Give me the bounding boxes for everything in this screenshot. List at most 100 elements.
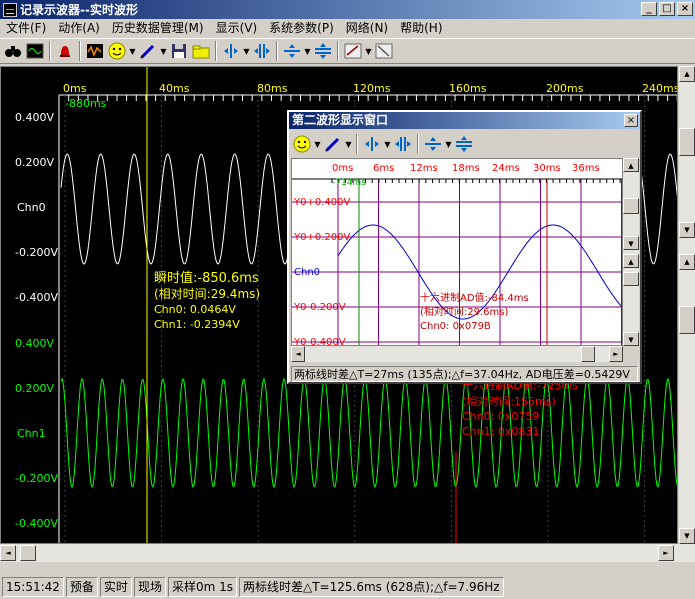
- sub-toolbar: ▼ ▼ ▼ ▼: [291, 132, 475, 156]
- sub-scroll-thumb-2[interactable]: [623, 272, 639, 286]
- menu-view[interactable]: 显示(V): [210, 19, 264, 38]
- move-v-icon[interactable]: [312, 40, 334, 62]
- scroll-down-button[interactable]: ▼: [679, 222, 695, 238]
- second-waveform-window[interactable]: 第二波形显示窗口 × ▼ ▼ ▼ ▼ 0ms 6ms 12ms 18ms 24m…: [287, 110, 642, 384]
- move-v-icon[interactable]: [453, 133, 475, 155]
- status-onsite: 现场: [133, 576, 166, 597]
- sub-x-tick-label: 6ms: [373, 163, 394, 174]
- sub-scroll-up-button[interactable]: ▲: [623, 158, 639, 172]
- scroll-thumb-2[interactable]: [679, 306, 695, 334]
- scroll-down-button-2[interactable]: ▼: [679, 528, 695, 544]
- sub-cursor-chn0: Chn0: 0x079B: [420, 321, 491, 332]
- sub-scroll-down-button[interactable]: ▼: [623, 236, 639, 250]
- bell-icon[interactable]: [54, 40, 76, 62]
- pen-icon[interactable]: [137, 40, 159, 62]
- x-tick-label: 0ms: [63, 82, 87, 95]
- sub-x-tick-label: 12ms: [410, 163, 438, 174]
- folder-icon[interactable]: [190, 40, 212, 62]
- sub-scroll-up-button-2[interactable]: ▲: [623, 254, 639, 268]
- sub-y-tick-label: Y0-0.400V: [293, 337, 346, 346]
- cursor2-relative: (相对时间:155ms): [462, 394, 556, 408]
- sub-scroll-thumb[interactable]: [623, 198, 639, 214]
- scroll-right-button[interactable]: ►: [658, 545, 674, 561]
- sub-vertical-scrollbar[interactable]: ▲ ▼ ▲ ▼: [623, 158, 639, 346]
- move-h-icon[interactable]: [251, 40, 273, 62]
- pen-dropdown-icon[interactable]: ▼: [159, 47, 168, 56]
- scroll-left-button[interactable]: ◄: [0, 545, 16, 561]
- status-sampling: 采样0m 1s: [167, 576, 237, 597]
- scroll-thumb[interactable]: [679, 128, 695, 156]
- cursor-v-dropdown-icon[interactable]: ▼: [242, 47, 251, 56]
- scope-icon[interactable]: [24, 40, 46, 62]
- save-icon[interactable]: [168, 40, 190, 62]
- toolbar: ▼ ▼ ▼ ▼ ▼: [0, 38, 695, 64]
- status-time: 15:51:42: [2, 576, 64, 597]
- smiley-icon[interactable]: [291, 133, 313, 155]
- scroll-up-button-2[interactable]: ▲: [679, 254, 695, 270]
- smiley-icon[interactable]: [106, 40, 128, 62]
- window-title: 记录示波器--实时波形: [20, 3, 138, 17]
- sub-x-tick-label: 30ms: [533, 163, 561, 174]
- sub-x-tick-label: 36ms: [572, 163, 600, 174]
- cursor-h-icon[interactable]: [281, 40, 303, 62]
- sub-scroll-left-button[interactable]: ◄: [291, 346, 305, 362]
- sub-plot-svg[interactable]: 0ms 6ms 12ms 18ms 24ms 30ms 36ms -714ms …: [292, 159, 623, 346]
- hscroll-thumb[interactable]: [20, 545, 36, 561]
- sub-horizontal-scrollbar[interactable]: ◄ ►: [291, 346, 623, 362]
- chn1-tick-label: 0.400V: [15, 337, 54, 350]
- menu-action[interactable]: 动作(A): [52, 19, 106, 38]
- chn0-tick-label: 0.200V: [15, 156, 54, 169]
- main-vertical-scrollbar[interactable]: ▲ ▼ ▲ ▼: [678, 66, 695, 544]
- sub-scroll-down-button-2[interactable]: ▼: [623, 332, 639, 346]
- close-button[interactable]: ×: [677, 2, 693, 16]
- smiley-dropdown-icon[interactable]: ▼: [313, 140, 322, 149]
- cursor-v-icon[interactable]: [361, 133, 383, 155]
- menu-help[interactable]: 帮助(H): [394, 19, 448, 38]
- cursor2-chn0: Chn0: 0x0759: [462, 410, 539, 423]
- sub-y-tick-label: Y0+0.200V: [293, 232, 350, 243]
- sub-cursor-hex: 十六进制AD值:-84.4ms: [420, 291, 529, 304]
- chn0-tick-label: -0.400V: [15, 291, 58, 304]
- cursor-h-dropdown-icon[interactable]: ▼: [444, 140, 453, 149]
- sub-x-tick-label: 24ms: [492, 163, 520, 174]
- sub-window-title[interactable]: 第二波形显示窗口: [289, 112, 640, 129]
- fit-icon[interactable]: [373, 40, 395, 62]
- sub-x-tick-label: 18ms: [452, 163, 480, 174]
- waveform-icon[interactable]: [84, 40, 106, 62]
- sub-plot[interactable]: 0ms 6ms 12ms 18ms 24ms 30ms 36ms -714ms …: [291, 158, 623, 346]
- status-bar: 15:51:42 预备 实时 现场 采样0m 1s 两标线时差△T=125.6m…: [0, 574, 695, 599]
- zoom-box-icon[interactable]: [342, 40, 364, 62]
- menu-history[interactable]: 历史数据管理(M): [106, 19, 210, 38]
- title-bar: 记录示波器--实时波形 _ □ ×: [0, 0, 695, 19]
- smiley-dropdown-icon[interactable]: ▼: [128, 47, 137, 56]
- sub-hscroll-thumb[interactable]: [581, 346, 595, 362]
- menu-file[interactable]: 文件(F): [0, 19, 52, 38]
- minimize-button[interactable]: _: [641, 2, 657, 16]
- chn1-name-label: Chn1: [17, 427, 46, 440]
- x-tick-label: 160ms: [449, 82, 487, 95]
- sub-scroll-right-button[interactable]: ►: [609, 346, 623, 362]
- sub-cursor-relative: (相对时间:29.6ms): [420, 305, 508, 318]
- chn1-waveform: [60, 377, 677, 489]
- sub-y-tick-label: Y0-0.200V: [293, 302, 346, 313]
- main-horizontal-scrollbar[interactable]: ◄ ►: [0, 544, 695, 562]
- scroll-up-button[interactable]: ▲: [679, 66, 695, 82]
- sub-close-button[interactable]: ×: [624, 114, 638, 127]
- status-ready: 预备: [65, 576, 98, 597]
- pen-dropdown-icon[interactable]: ▼: [344, 140, 353, 149]
- cursor-h-dropdown-icon[interactable]: ▼: [303, 47, 312, 56]
- cursor-v-icon[interactable]: [220, 40, 242, 62]
- cursor2-chn1: Chn1: 0x0831: [462, 425, 539, 438]
- menu-network[interactable]: 网络(N): [340, 19, 394, 38]
- maximize-button[interactable]: □: [659, 2, 675, 16]
- chn0-tick-label: -0.200V: [15, 246, 58, 259]
- zoom-dropdown-icon[interactable]: ▼: [364, 47, 373, 56]
- sub-status-bar: 两标线时差△T=27ms (135点);△f=37.04Hz, AD电压差=0.…: [291, 366, 638, 382]
- menu-params[interactable]: 系统参数(P): [263, 19, 340, 38]
- pen-icon[interactable]: [322, 133, 344, 155]
- move-h-icon[interactable]: [392, 133, 414, 155]
- cursor-v-dropdown-icon[interactable]: ▼: [383, 140, 392, 149]
- cursor1-chn1: Chn1: -0.2394V: [154, 318, 240, 331]
- cursor-h-icon[interactable]: [422, 133, 444, 155]
- binoculars-icon[interactable]: [2, 40, 24, 62]
